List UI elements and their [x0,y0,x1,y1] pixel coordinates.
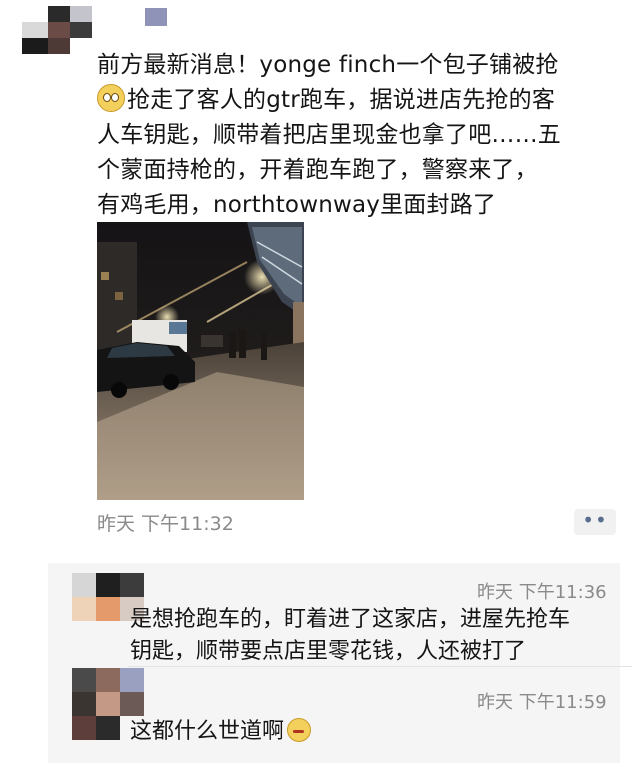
avatar-tile [120,573,144,597]
avatar-fragment [145,8,167,26]
comment-line-text: 这都什么世道啊 [130,719,285,744]
avatar-tile [48,22,70,38]
avatar-tile [22,22,48,38]
avatar-tile [72,716,96,740]
avatar-tile [48,38,70,54]
comment-divider [128,666,632,667]
comment-timestamp: 昨天 下午11:36 [477,582,607,603]
avatar-tile [96,573,120,597]
comment-line: 是想抢跑车的，盯着进了这家店，进屋先抢车 [130,607,571,632]
post-line: 个蒙面持枪的，开着跑车跑了，警察来了， [97,157,538,183]
avatar-tile [70,22,92,38]
avatar-tile [72,692,96,716]
post-line: 抢走了客人的gtr跑车，据说进店先抢的客 [97,83,625,118]
comment-line: 钥匙，顺带要点店里零花钱，人还被打了 [130,639,527,664]
avatar-tile [96,597,120,621]
avatar-tile [72,597,96,621]
avatar-tile [96,692,120,716]
dizzy-face-emoji-icon [97,84,125,112]
comment-body: 是想抢跑车的，盯着进了这家店，进屋先抢车 钥匙，顺带要点店里零花钱，人还被打了 [130,604,610,668]
post-line: 人车钥匙，顺带着把店里现金也拿了吧……五 [97,122,561,148]
post-photo[interactable] [97,222,304,500]
post-line-text: 抢走了客人的gtr跑车，据说进店先抢的客 [127,87,556,113]
night-street-scene [97,222,304,500]
avatar-tile [96,668,120,692]
avatar-tile [72,573,96,597]
avatar-tile [70,6,92,22]
awkward-face-emoji-icon [287,718,312,742]
comment-timestamp: 昨天 下午11:59 [477,692,607,713]
poster-avatar[interactable] [22,6,92,54]
avatar-tile [120,668,144,692]
avatar-tile [96,716,120,740]
comment-like-menu-button[interactable]: •• [574,509,616,535]
post-body: 前方最新消息！yonge finch一个包子铺被抢 抢走了客人的gtr跑车，据说… [97,48,625,223]
post-timestamp: 昨天 下午11:32 [97,513,234,535]
comment-body: 这都什么世道啊 [130,716,610,748]
avatar-tile [72,668,96,692]
avatar-tile [22,38,48,54]
comment-line: 这都什么世道啊 [130,716,610,748]
post-line: 前方最新消息！yonge finch一个包子铺被抢 [97,52,559,78]
post-line: 有鸡毛用，northtownway里面封路了 [97,192,497,218]
avatar-tile [48,6,70,22]
avatar-tile [120,692,144,716]
